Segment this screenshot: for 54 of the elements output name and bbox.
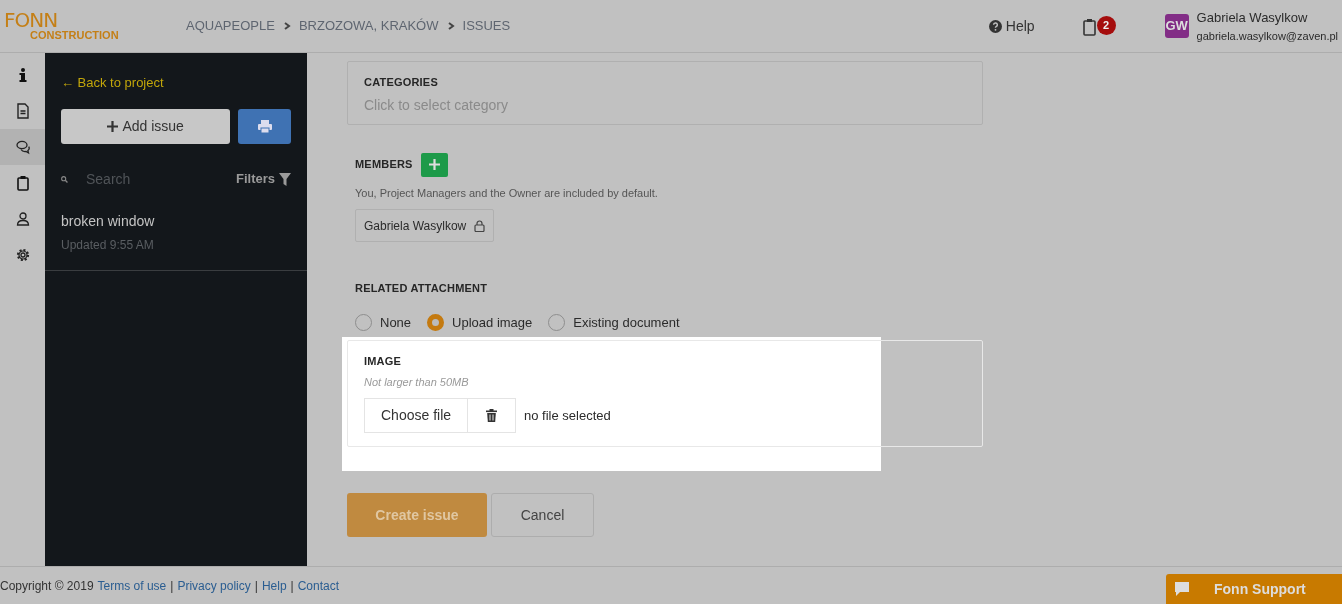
delete-button[interactable] — [468, 398, 517, 433]
radio-option[interactable]: None — [355, 312, 412, 332]
person-icon — [15, 211, 30, 227]
trash-icon — [486, 409, 498, 422]
filters-button[interactable]: Filters — [236, 169, 291, 189]
footer-text: | — [170, 577, 174, 595]
avatar: GW — [1164, 14, 1189, 38]
breadcrumb-link[interactable]: AQUAPEOPLE — [186, 16, 275, 36]
footer-link[interactable]: Terms of use — [97, 576, 167, 595]
filter-icon — [279, 172, 291, 186]
plus-icon — [107, 120, 119, 132]
issue-item[interactable]: broken window Updated 9:55 AM — [45, 206, 307, 271]
footer-text: | — [254, 577, 258, 595]
search-field[interactable]: Search — [84, 167, 204, 191]
printer-icon — [257, 119, 272, 133]
back-link[interactable]: ← Back to project — [61, 73, 164, 93]
footer-link[interactable]: Contact — [297, 576, 340, 595]
footer-link[interactable]: Help — [261, 576, 287, 595]
hint-text: Not larger than 50MB — [364, 374, 470, 390]
breadcrumb-link[interactable]: BRZOZOWA, KRAKÓW — [298, 16, 439, 36]
user-email: gabriela.wasylkow@zaven.pl — [1196, 28, 1338, 44]
clipboard-icon[interactable] — [1082, 17, 1096, 36]
breadcrumb-link[interactable]: ISSUES — [462, 16, 511, 36]
chevron-icon — [282, 22, 291, 30]
footer-text: Copyright © 2019 — [0, 577, 94, 595]
chevron-icon — [446, 22, 455, 30]
note-text: You, Project Managers and the Owner are included by default. — [355, 185, 659, 201]
help-link[interactable]: Help — [988, 15, 1035, 37]
section-label: RELATED ATTACHMENT — [355, 281, 489, 296]
member-chip[interactable]: Gabriela Wasylkow — [355, 209, 495, 242]
plus-icon — [428, 159, 440, 170]
section-label: IMAGE — [364, 354, 403, 369]
issue-title: broken window — [61, 211, 156, 231]
cancel-button[interactable]: Cancel — [491, 493, 594, 537]
footer-link[interactable]: Privacy policy — [177, 576, 251, 595]
chat-bubble-icon — [1174, 581, 1190, 597]
clipboard-icon — [15, 175, 30, 191]
file-status: no file selected — [524, 406, 611, 425]
settings-icon — [15, 247, 30, 263]
chat-icon — [15, 139, 30, 155]
radio-option[interactable]: Upload image — [427, 312, 533, 332]
print-button[interactable] — [238, 108, 291, 144]
add-member-button[interactable] — [420, 152, 448, 177]
radio-option[interactable]: Existing document — [548, 312, 680, 332]
user-name: Gabriela Wasylkow — [1196, 9, 1309, 27]
section-label: MEMBERS — [355, 157, 413, 173]
document-icon — [15, 103, 30, 119]
add-issue-button[interactable]: Add issue — [61, 108, 231, 144]
issue-updated: Updated 9:55 AM — [61, 236, 155, 254]
choose-file-button[interactable]: Choose file — [364, 398, 469, 433]
count-badge: 2 — [1096, 16, 1116, 35]
nav-tab[interactable] — [0, 129, 45, 165]
footer-text: | — [290, 577, 294, 595]
help-icon — [988, 19, 1002, 33]
